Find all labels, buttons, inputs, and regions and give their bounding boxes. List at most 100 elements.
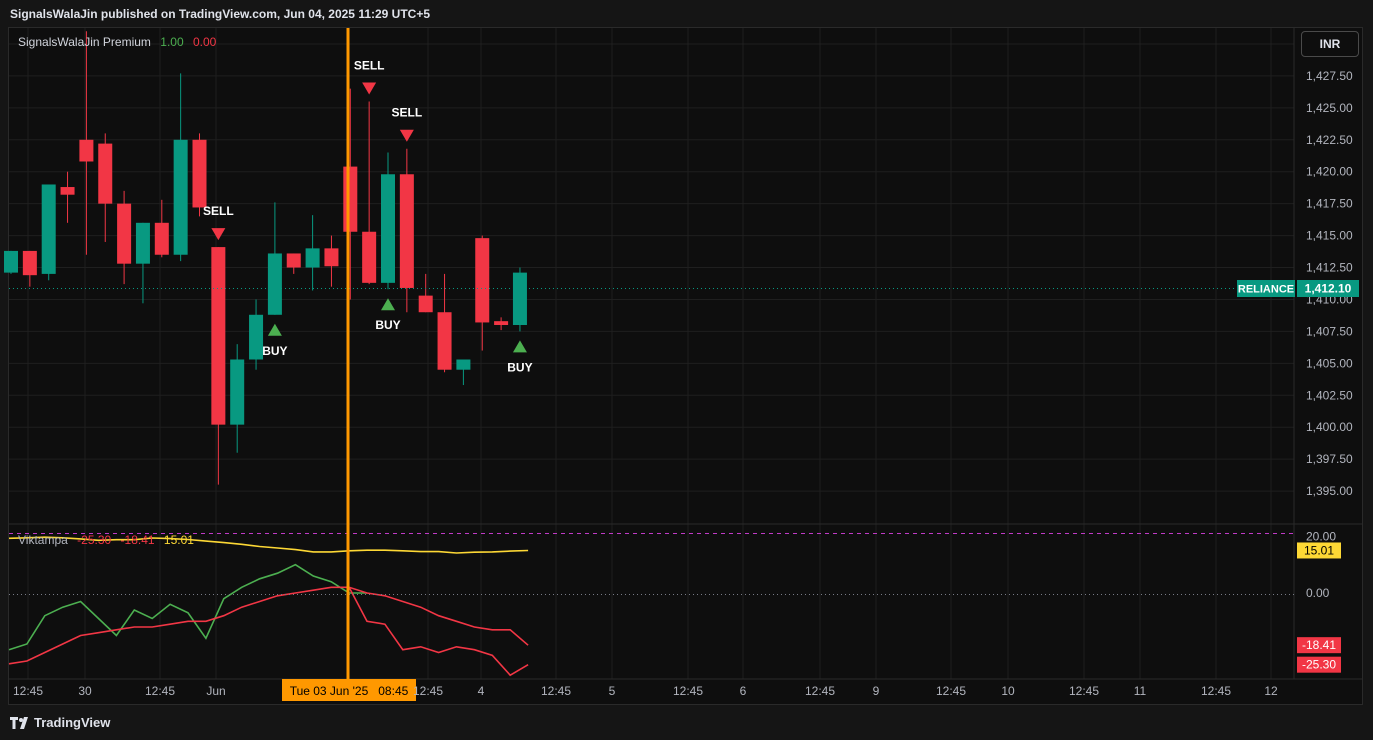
osc-series-red2 xyxy=(348,586,529,677)
candle-body xyxy=(79,139,94,162)
time-tick-label: 10 xyxy=(1001,684,1015,698)
sell-signal-label: SELL xyxy=(392,106,423,120)
time-tick-label: 6 xyxy=(740,684,747,698)
price-tick-label: 1,420.00 xyxy=(1306,165,1353,179)
sell-arrow-icon xyxy=(362,82,377,95)
time-tick-label: Jun xyxy=(206,684,225,698)
currency-button[interactable]: INR xyxy=(1301,31,1359,57)
candle-body xyxy=(494,321,509,325)
footer-brand-text: TradingView xyxy=(34,715,111,730)
time-tick-label: 12:45 xyxy=(13,684,43,698)
time-tick-label: 12:45 xyxy=(1201,684,1231,698)
candle-body xyxy=(4,250,18,273)
time-tick-label: 12:45 xyxy=(541,684,571,698)
candle-body xyxy=(98,143,113,204)
footer-brand[interactable]: TradingView xyxy=(10,715,110,730)
osc-legend: Viktampa -25.30 -18.41 15.01 xyxy=(18,533,194,547)
crosshair-date-label: Tue 03 Jun '25 08:45 xyxy=(290,684,409,698)
sell-signal-label: SELL xyxy=(354,58,385,72)
candle-body xyxy=(41,184,56,274)
oscillator-value-tags: 15.01 -18.41 -25.30 xyxy=(1297,542,1341,673)
price-tick-label: 1,400.00 xyxy=(1306,420,1353,434)
candle-body xyxy=(211,247,226,425)
buy-signal-label: BUY xyxy=(507,360,532,374)
time-tick-label: 12 xyxy=(1264,684,1278,698)
price-tick-label: 1,395.00 xyxy=(1306,484,1353,498)
candle-body xyxy=(173,139,188,255)
candle-body xyxy=(418,295,433,313)
time-tick-label: 12:45 xyxy=(413,684,443,698)
last-price-tag: 1,412.10 xyxy=(1305,282,1352,296)
price-tick-label: 1,402.50 xyxy=(1306,388,1353,402)
osc-legend-v1: -25.30 xyxy=(77,533,111,547)
price-tick-label: 1,407.50 xyxy=(1306,324,1353,338)
time-tick-label: 30 xyxy=(78,684,92,698)
time-tick-label: 12:45 xyxy=(673,684,703,698)
premium-legend-v1: 1.00 xyxy=(160,35,184,49)
premium-legend-name: SignalsWalaJin Premium xyxy=(18,35,151,49)
oscillator-lines xyxy=(8,536,529,677)
price-tick-label: 1,427.50 xyxy=(1306,69,1353,83)
candle-body xyxy=(230,359,245,425)
candle-body xyxy=(22,250,37,276)
candle-body xyxy=(362,231,377,283)
osc-value-tag: 15.01 xyxy=(1304,543,1334,557)
candle-body xyxy=(192,139,207,208)
buy-signal-label: BUY xyxy=(262,344,287,358)
price-axis: 1,395.00 1,397.50 1,400.00 1,402.50 1,405.00… xyxy=(1306,37,1353,498)
premium-legend-v2: 0.00 xyxy=(193,35,217,49)
candle-body xyxy=(437,312,452,370)
price-tick-label: 1,405.00 xyxy=(1306,356,1353,370)
candle-body xyxy=(249,314,264,360)
premium-legend: SignalsWalaJin Premium 1.00 0.00 xyxy=(18,35,217,49)
candle-body xyxy=(154,222,169,255)
symbol-tag: RELIANCE xyxy=(1238,284,1294,296)
time-tick-label: 12:45 xyxy=(936,684,966,698)
price-tick-label: 1,412.50 xyxy=(1306,261,1353,275)
candle-body xyxy=(475,238,490,323)
price-tick-label: 1,422.50 xyxy=(1306,133,1353,147)
buy-arrow-icon xyxy=(512,340,527,353)
candle-body xyxy=(343,166,358,232)
labels-layer: RELIANCE 1,412.10 xyxy=(1237,280,1359,297)
candle-body xyxy=(267,253,282,315)
candle-body xyxy=(381,174,395,283)
buy-arrow-icon xyxy=(267,323,282,336)
osc-tick-label: 20.00 xyxy=(1306,529,1336,543)
sell-signal-label: SELL xyxy=(203,204,234,218)
time-tick-label: 11 xyxy=(1134,684,1147,698)
osc-value-tag: -18.41 xyxy=(1302,638,1336,652)
candle-body xyxy=(512,272,527,325)
candle-body xyxy=(399,174,414,288)
candle-body xyxy=(135,222,150,264)
candle-body xyxy=(305,248,320,268)
osc-series-red xyxy=(8,586,529,665)
buy-signal-label: BUY xyxy=(375,318,400,332)
time-tick-label: 4 xyxy=(478,684,485,698)
osc-legend-v2: -18.41 xyxy=(121,533,155,547)
buy-arrow-icon xyxy=(381,298,395,311)
osc-value-tag: -25.30 xyxy=(1302,658,1336,672)
oscillator-axis: 20.00 0.00 xyxy=(1306,529,1336,600)
candle-body xyxy=(286,253,301,268)
price-tick-label: 1,425.00 xyxy=(1306,101,1353,115)
time-tick-label: 5 xyxy=(609,684,616,698)
time-tick-label: 9 xyxy=(873,684,880,698)
time-tick-label: 12:45 xyxy=(805,684,835,698)
osc-tick-label: 0.00 xyxy=(1306,586,1330,600)
time-tick-label: 12:45 xyxy=(145,684,175,698)
time-tick-label: 12:45 xyxy=(1069,684,1099,698)
grid-lines xyxy=(9,28,1294,679)
osc-legend-name: Viktampa xyxy=(18,533,68,547)
price-tick-label: 1,417.50 xyxy=(1306,197,1353,211)
chart-svg[interactable]: 1,395.00 1,397.50 1,400.00 1,402.50 1,405.00… xyxy=(0,0,1373,740)
candle-body xyxy=(117,203,132,264)
price-tick-label: 1,397.50 xyxy=(1306,452,1353,466)
legends-layer: SignalsWalaJin Premium 1.00 0.00 Viktamp… xyxy=(18,35,217,547)
time-axis: 12:45 30 12:45 Jun 12:45 4 12:45 5 12:45 6 12:45 9 1… xyxy=(13,684,1278,698)
osc-legend-v3: 15.01 xyxy=(164,533,194,547)
candles-layer xyxy=(4,31,527,485)
price-tick-label: 1,415.00 xyxy=(1306,229,1353,243)
osc-series-green xyxy=(8,563,367,651)
candle-body xyxy=(456,359,471,370)
